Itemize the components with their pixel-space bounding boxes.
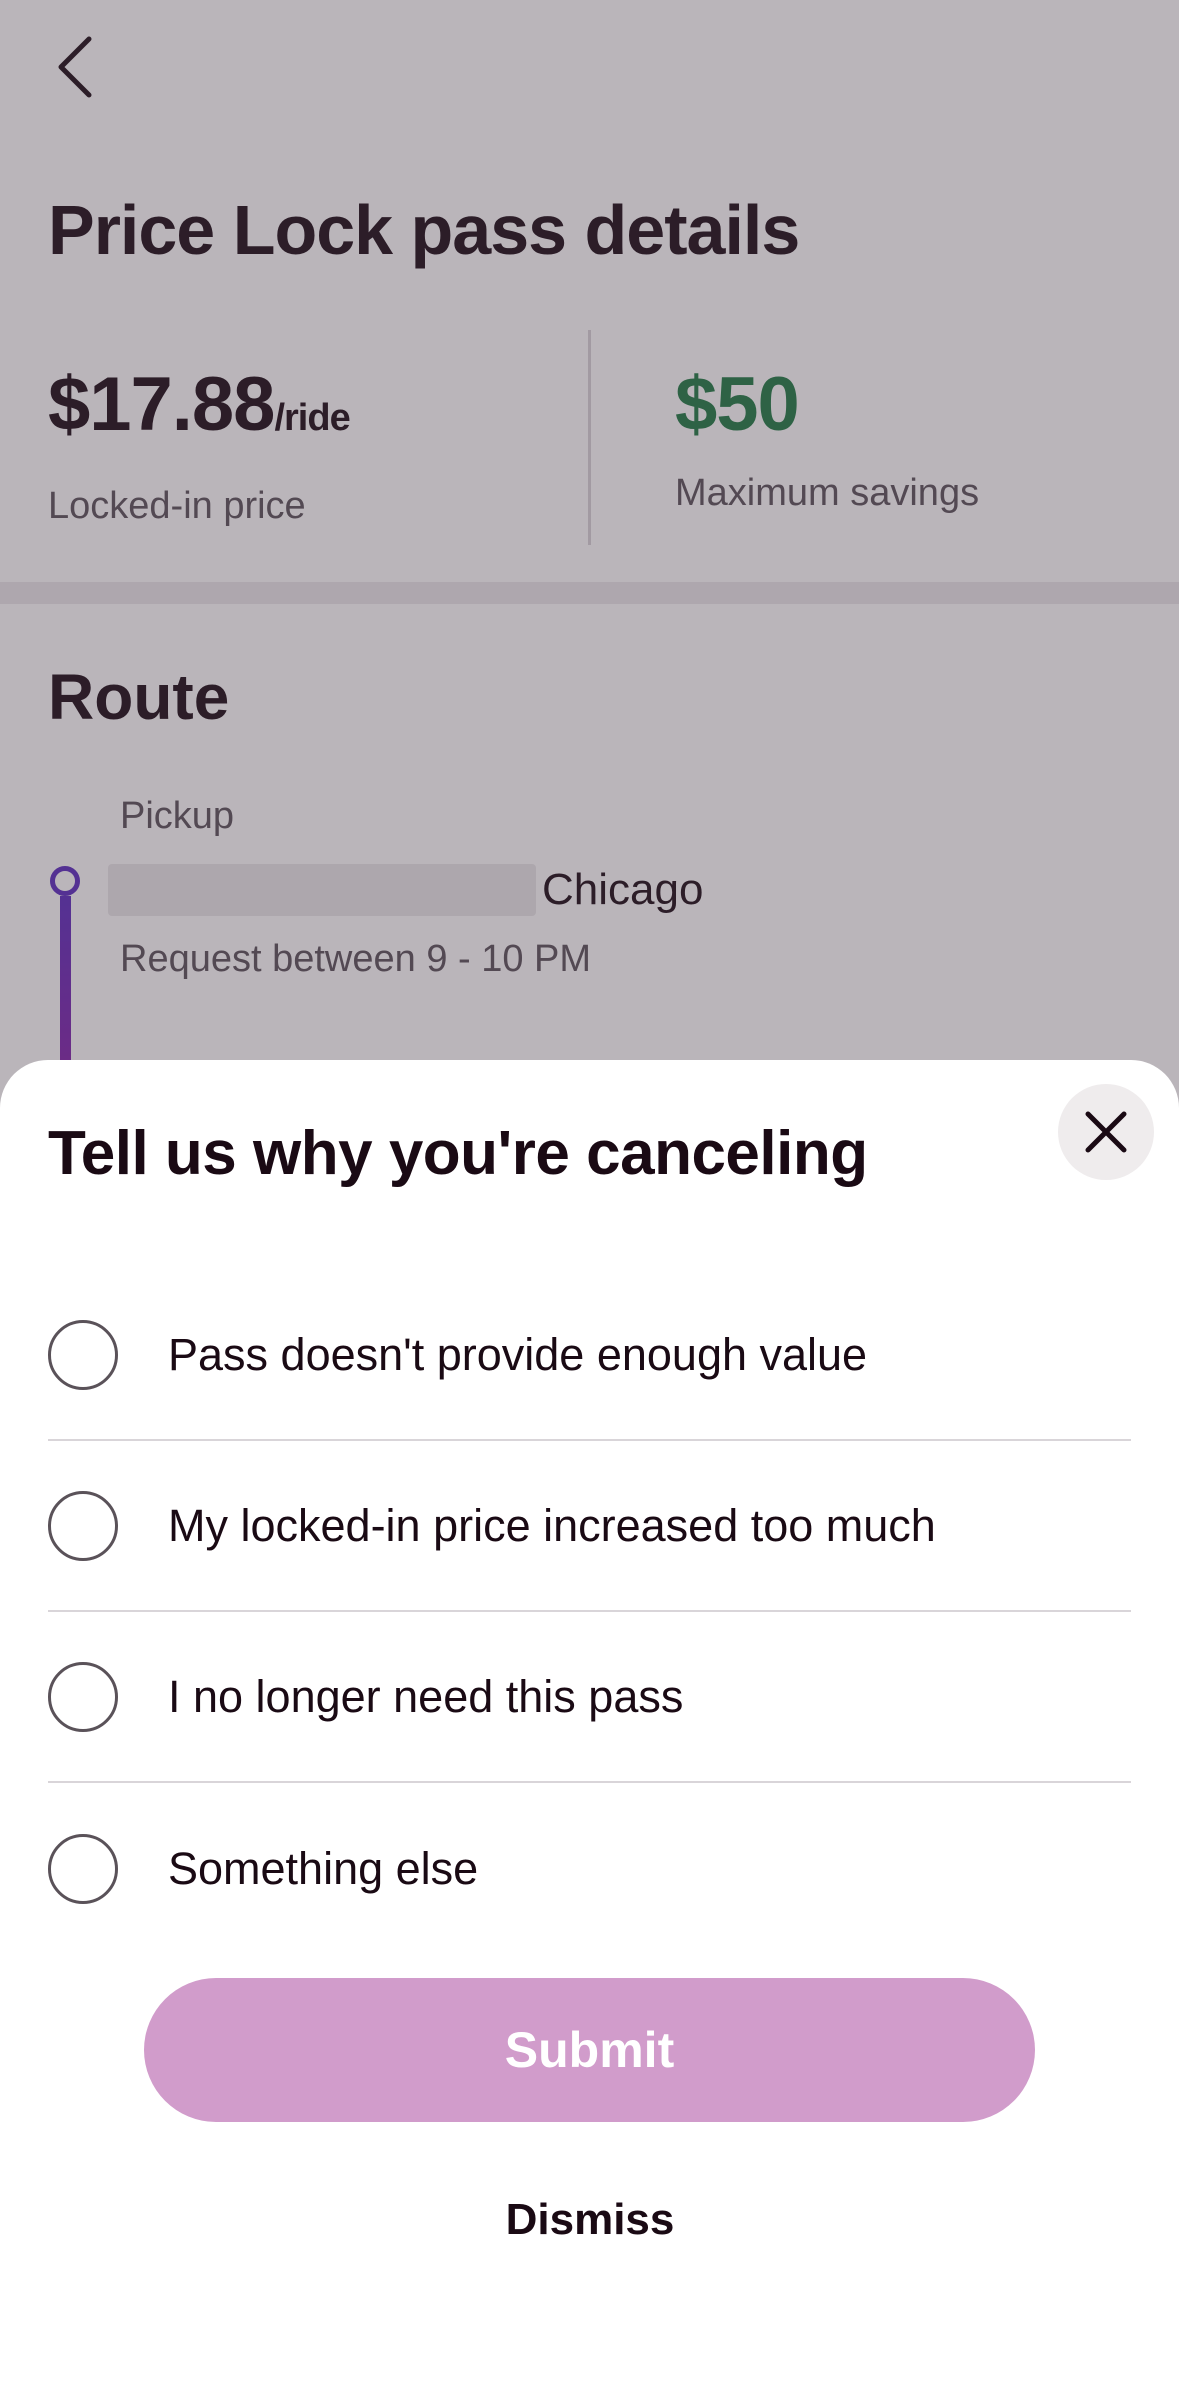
sheet-title: Tell us why you're canceling [48,1119,868,1188]
dismiss-button[interactable]: Dismiss [390,2180,790,2260]
close-button[interactable] [1058,1084,1154,1180]
radio-button[interactable] [48,1661,118,1732]
reason-label: Something else [168,1842,479,1894]
screen: Price Lock pass details $17.88/ride Lock… [0,0,1179,2396]
reason-option-something-else[interactable]: Something else [48,1783,1131,1954]
radio-button[interactable] [48,1490,118,1561]
cancel-reason-sheet: Tell us why you're canceling Pass doesn'… [0,1060,1179,2396]
radio-button[interactable] [48,1833,118,1904]
radio-button[interactable] [48,1319,118,1390]
reason-option-not-enough-value[interactable]: Pass doesn't provide enough value [48,1270,1131,1441]
submit-button[interactable]: Submit [144,1978,1035,2122]
reason-options: Pass doesn't provide enough value My loc… [48,1270,1131,1954]
close-icon [1085,1111,1127,1153]
reason-label: My locked-in price increased too much [168,1499,936,1551]
reason-label: Pass doesn't provide enough value [168,1328,868,1380]
reason-option-price-increased[interactable]: My locked-in price increased too much [48,1441,1131,1612]
reason-option-no-longer-need[interactable]: I no longer need this pass [48,1612,1131,1783]
reason-label: I no longer need this pass [168,1670,684,1722]
